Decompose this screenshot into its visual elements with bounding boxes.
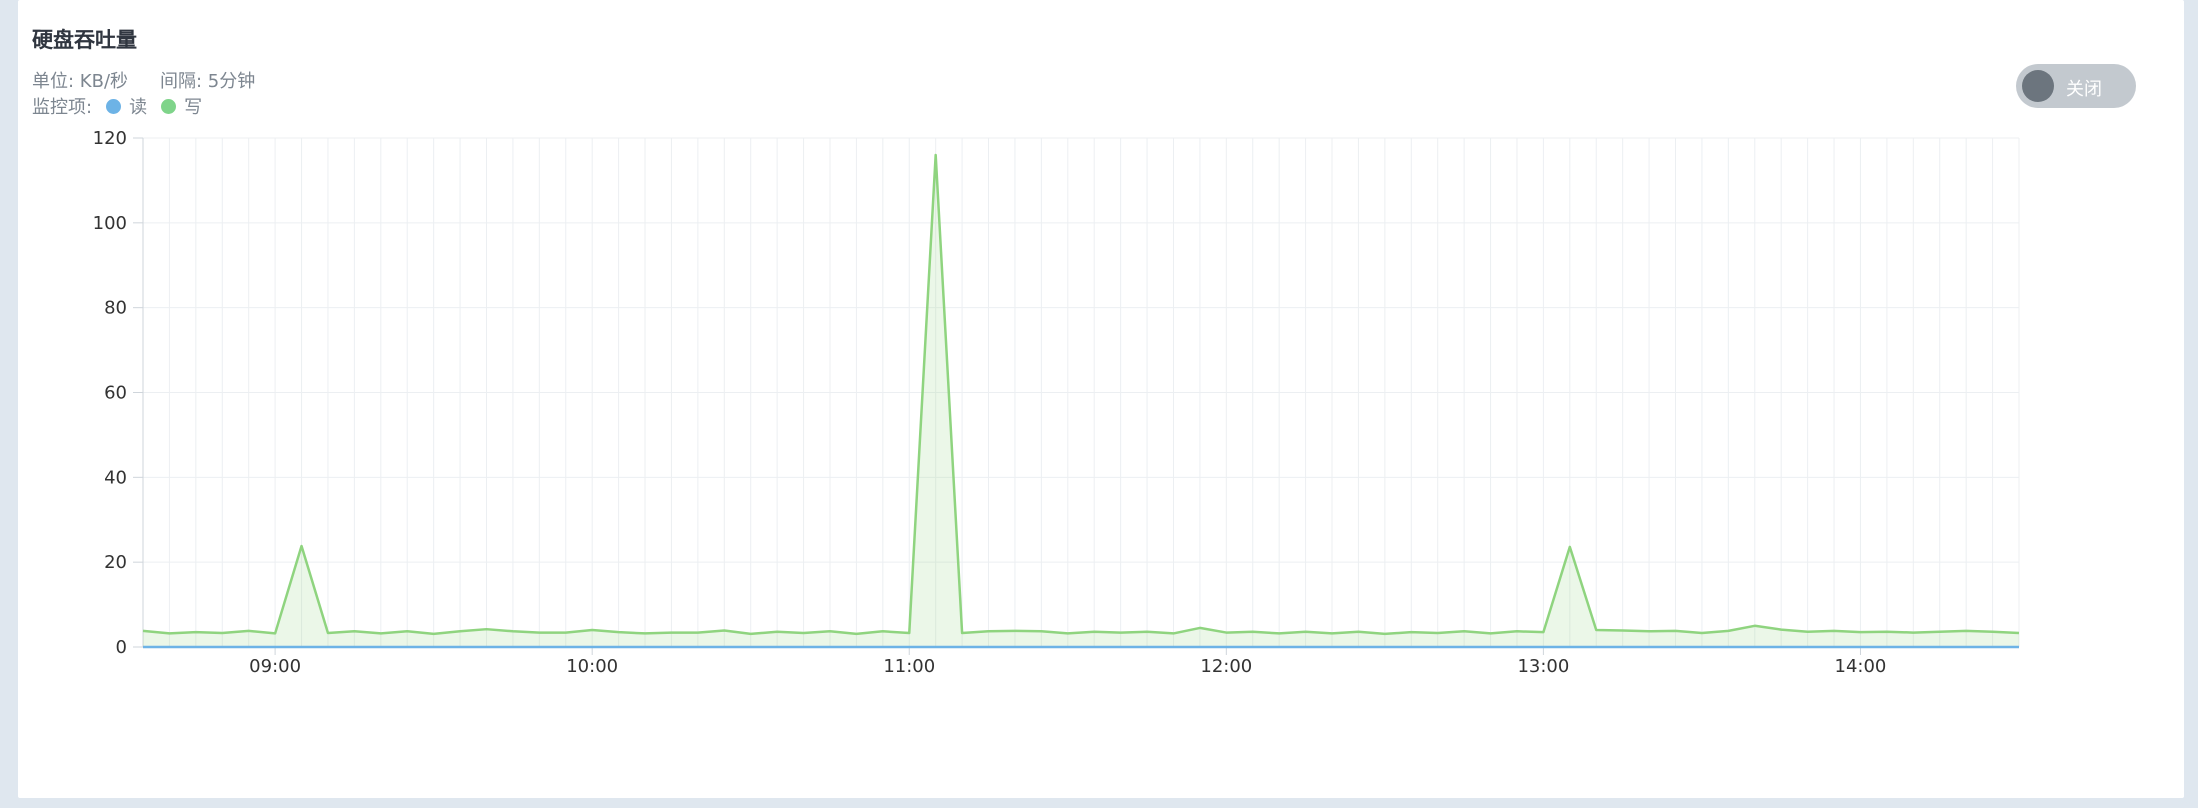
y-tick-label: 0 — [116, 637, 127, 658]
y-tick-label: 20 — [104, 552, 127, 573]
y-tick-label: 60 — [104, 383, 127, 404]
y-tick-label: 100 — [93, 213, 127, 234]
x-tick-label: 09:00 — [249, 656, 301, 677]
x-tick-label: 12:00 — [1200, 656, 1252, 677]
x-tick-label: 13:00 — [1517, 656, 1569, 677]
x-tick-label: 11:00 — [883, 656, 935, 677]
series-write-area — [143, 154, 2019, 647]
x-tick-label: 14:00 — [1835, 656, 1887, 677]
x-tick-label: 10:00 — [566, 656, 618, 677]
throughput-chart: 0 20 40 60 80 100 120 09:00 10:00 11:00 12:00 13:00… — [93, 128, 2020, 677]
y-tick-label: 120 — [93, 128, 127, 149]
y-tick-label: 80 — [104, 298, 127, 319]
y-tick-label: 40 — [104, 467, 127, 488]
